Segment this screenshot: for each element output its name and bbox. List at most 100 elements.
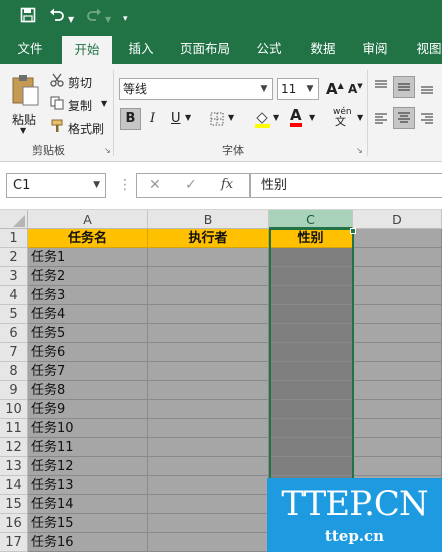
clipboard-launcher-icon[interactable]: ↘: [104, 146, 111, 155]
font-color-dropdown-icon[interactable]: ▼: [309, 113, 315, 122]
borders-icon[interactable]: [210, 112, 224, 126]
tab-insert[interactable]: 插入: [120, 34, 162, 64]
header-cell[interactable]: 任务名: [28, 229, 148, 248]
grid-cell[interactable]: [353, 381, 442, 400]
tab-review[interactable]: 审阅: [354, 34, 396, 64]
align-right-icon[interactable]: [420, 112, 434, 126]
formula-input[interactable]: 性别: [250, 173, 442, 198]
grid-cell[interactable]: 任务2: [28, 267, 148, 286]
cut-button[interactable]: 剪切: [68, 74, 92, 91]
grid-cell[interactable]: [353, 419, 442, 438]
font-color-button[interactable]: A: [290, 107, 302, 127]
row-header[interactable]: 3: [0, 267, 28, 286]
undo-icon[interactable]: [49, 7, 65, 23]
grid-cell[interactable]: [148, 400, 269, 419]
row-header[interactable]: 7: [0, 343, 28, 362]
grid-cell[interactable]: [148, 438, 269, 457]
header-cell[interactable]: 执行者: [148, 229, 269, 248]
row-header[interactable]: 1: [0, 229, 28, 248]
grid-cell[interactable]: [148, 533, 269, 552]
grid-cell[interactable]: 任务6: [28, 343, 148, 362]
name-box[interactable]: C1 ▼: [6, 173, 106, 198]
chevron-down-icon[interactable]: ▼: [93, 174, 100, 197]
grow-font-button[interactable]: A▲: [326, 80, 344, 98]
grid-cell[interactable]: [353, 286, 442, 305]
copy-dropdown-icon[interactable]: ▼: [101, 99, 107, 108]
font-launcher-icon[interactable]: ↘: [356, 146, 363, 155]
format-painter-button[interactable]: 格式刷: [68, 120, 104, 137]
row-header[interactable]: 6: [0, 324, 28, 343]
grid-cell[interactable]: 任务5: [28, 324, 148, 343]
grid-cell[interactable]: 任务7: [28, 362, 148, 381]
grid-cell[interactable]: 任务15: [28, 514, 148, 533]
grid-cell[interactable]: 任务14: [28, 495, 148, 514]
row-header[interactable]: 16: [0, 514, 28, 533]
underline-button[interactable]: U: [171, 111, 181, 126]
grid-cell[interactable]: [148, 324, 269, 343]
align-bottom-icon[interactable]: [420, 82, 434, 94]
row-header[interactable]: 2: [0, 248, 28, 267]
fill-color-icon[interactable]: [254, 110, 271, 128]
borders-dropdown-icon[interactable]: ▼: [228, 113, 234, 122]
grid-cell[interactable]: [148, 343, 269, 362]
row-header[interactable]: 12: [0, 438, 28, 457]
column-header-c[interactable]: C: [269, 210, 353, 229]
underline-dropdown-icon[interactable]: ▼: [185, 113, 191, 122]
phonetic-guide-button[interactable]: wén 文: [333, 107, 352, 127]
undo-dropdown-icon[interactable]: ▼: [68, 11, 74, 29]
customize-icon[interactable]: ▾: [123, 10, 128, 28]
grid-cell[interactable]: [353, 438, 442, 457]
grid-cell[interactable]: 任务11: [28, 438, 148, 457]
align-top-icon[interactable]: [374, 80, 388, 92]
grid-cell[interactable]: [353, 343, 442, 362]
grid-cell[interactable]: [148, 381, 269, 400]
tab-formulas[interactable]: 公式: [248, 34, 290, 64]
grid-cell[interactable]: [269, 305, 353, 324]
grid-cell[interactable]: [269, 362, 353, 381]
grid-cell[interactable]: [148, 476, 269, 495]
grid-cell[interactable]: 任务10: [28, 419, 148, 438]
row-header[interactable]: 9: [0, 381, 28, 400]
grid-cell[interactable]: [269, 324, 353, 343]
grid-cell[interactable]: [148, 457, 269, 476]
grid-cell[interactable]: 任务9: [28, 400, 148, 419]
grid-cell[interactable]: [353, 305, 442, 324]
tab-home[interactable]: 开始: [62, 36, 112, 64]
row-header[interactable]: 13: [0, 457, 28, 476]
grid-cell[interactable]: 任务12: [28, 457, 148, 476]
grid-cell[interactable]: [269, 381, 353, 400]
column-header-a[interactable]: A: [28, 210, 148, 229]
fill-color-dropdown-icon[interactable]: ▼: [273, 113, 279, 122]
select-all-button[interactable]: [0, 210, 28, 229]
grid-cell[interactable]: [269, 286, 353, 305]
grid-cell[interactable]: [353, 457, 442, 476]
copy-button[interactable]: 复制: [68, 97, 92, 114]
grid-cell[interactable]: 任务13: [28, 476, 148, 495]
tab-file[interactable]: 文件: [8, 34, 52, 64]
grid-cell[interactable]: 任务8: [28, 381, 148, 400]
grid-cell[interactable]: [148, 267, 269, 286]
row-header[interactable]: 11: [0, 419, 28, 438]
grid-cell[interactable]: 任务16: [28, 533, 148, 552]
grid-cell[interactable]: [269, 419, 353, 438]
fill-handle[interactable]: [350, 228, 356, 234]
grid-cell[interactable]: [148, 248, 269, 267]
enter-icon[interactable]: ✓: [185, 177, 197, 193]
insert-function-button[interactable]: fx: [221, 177, 233, 192]
header-cell[interactable]: 性别: [269, 229, 353, 248]
row-header[interactable]: 14: [0, 476, 28, 495]
grid-cell[interactable]: [353, 229, 442, 248]
grid-cell[interactable]: 任务4: [28, 305, 148, 324]
grid-cell[interactable]: [148, 305, 269, 324]
grid-cell[interactable]: [269, 248, 353, 267]
phonetic-dropdown-icon[interactable]: ▼: [357, 113, 363, 122]
grid-cell[interactable]: [269, 400, 353, 419]
row-header[interactable]: 10: [0, 400, 28, 419]
grid-cell[interactable]: [269, 343, 353, 362]
row-header[interactable]: 8: [0, 362, 28, 381]
grid-cell[interactable]: [269, 457, 353, 476]
shrink-font-button[interactable]: A▼: [348, 82, 363, 96]
grid-cell[interactable]: [148, 495, 269, 514]
align-center-button[interactable]: [393, 107, 415, 129]
column-header-d[interactable]: D: [353, 210, 442, 229]
